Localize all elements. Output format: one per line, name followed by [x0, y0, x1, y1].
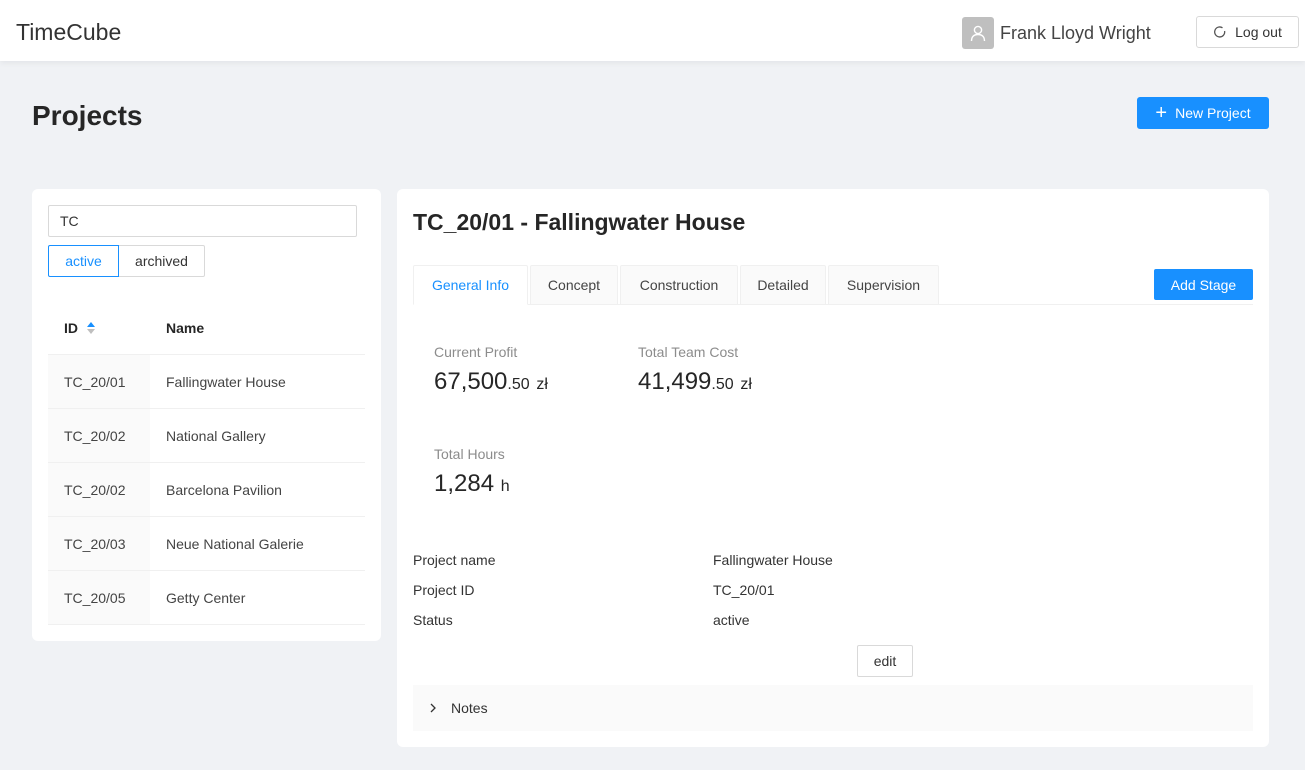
filter-archived-button[interactable]: archived [118, 245, 205, 277]
table-header: ID Name [48, 301, 365, 355]
table-row[interactable]: TC_20/02 National Gallery [48, 409, 365, 463]
cell-name: Barcelona Pavilion [166, 481, 282, 498]
tab-supervision[interactable]: Supervision [828, 265, 939, 305]
user-avatar-icon [962, 17, 994, 49]
project-id-label: Project ID [413, 582, 475, 598]
table-row[interactable]: TC_20/03 Neue National Galerie [48, 517, 365, 571]
stat-value: 67,500.50 zł [434, 368, 548, 395]
new-project-button[interactable]: + New Project [1137, 97, 1269, 129]
project-id-value: TC_20/01 [713, 582, 775, 598]
notes-collapse[interactable]: Notes [413, 685, 1253, 731]
project-search-input[interactable] [48, 205, 357, 237]
project-name-label: Project name [413, 552, 496, 568]
plus-icon: + [1155, 102, 1168, 124]
column-header-id[interactable]: ID [48, 320, 150, 336]
cell-id: TC_20/01 [48, 355, 150, 408]
sort-icon[interactable] [87, 321, 95, 334]
cell-id: TC_20/05 [48, 571, 150, 624]
notes-label: Notes [451, 700, 488, 716]
table-row[interactable]: TC_20/01 Fallingwater House [48, 355, 365, 409]
table-row[interactable]: TC_20/02 Barcelona Pavilion [48, 463, 365, 517]
cell-id: TC_20/02 [48, 409, 150, 462]
project-detail-title: TC_20/01 - Fallingwater House [413, 209, 746, 235]
user-name: Frank Lloyd Wright [1000, 22, 1151, 43]
cell-name: Neue National Galerie [166, 535, 304, 552]
filter-active-button[interactable]: active [48, 245, 119, 277]
stat-value: 1,284 h [434, 470, 510, 497]
project-table: ID Name TC_20/01 Fallingwater House TC_2… [48, 301, 365, 625]
new-project-label: New Project [1175, 105, 1251, 121]
status-value: active [713, 612, 750, 628]
table-row[interactable]: TC_20/05 Getty Center [48, 571, 365, 625]
edit-button[interactable]: edit [857, 645, 913, 677]
cell-name: National Gallery [166, 427, 266, 444]
stat-total-hours: Total Hours 1,284 h [434, 446, 510, 498]
user-menu[interactable]: Frank Lloyd Wright [962, 17, 1151, 49]
tab-concept[interactable]: Concept [530, 265, 618, 305]
cell-id: TC_20/02 [48, 463, 150, 516]
chevron-right-icon [429, 703, 437, 713]
stage-tabs: General Info Concept Construction Detail… [413, 265, 1253, 305]
project-list-card: active archived ID Name TC_20/01 Falling… [32, 189, 381, 641]
logout-button[interactable]: Log out [1196, 16, 1299, 48]
stat-label: Current Profit [434, 344, 518, 360]
app-header: TimeCube Frank Lloyd Wright Log out [0, 0, 1305, 61]
cell-id: TC_20/03 [48, 517, 150, 570]
stat-current-profit: Current Profit 67,500.50 zł [434, 344, 548, 396]
app-brand[interactable]: TimeCube [16, 19, 121, 46]
project-name-value: Fallingwater House [713, 552, 833, 568]
tab-detailed[interactable]: Detailed [740, 265, 826, 305]
logout-icon [1214, 26, 1226, 38]
tab-construction[interactable]: Construction [620, 265, 738, 305]
status-label: Status [413, 612, 453, 628]
tab-general-info[interactable]: General Info [413, 265, 528, 305]
stat-label: Total Team Cost [638, 344, 739, 360]
add-stage-button[interactable]: Add Stage [1154, 269, 1253, 300]
stat-value: 41,499.50 zł [638, 368, 752, 395]
page-title: Projects [32, 100, 143, 131]
cell-name: Fallingwater House [166, 373, 286, 390]
cell-name: Getty Center [166, 589, 246, 606]
logout-label: Log out [1235, 24, 1282, 40]
project-detail-card: TC_20/01 - Fallingwater House General In… [397, 189, 1269, 747]
stat-total-team-cost: Total Team Cost 41,499.50 zł [638, 344, 752, 396]
column-header-name[interactable]: Name [150, 320, 204, 336]
stat-label: Total Hours [434, 446, 505, 462]
